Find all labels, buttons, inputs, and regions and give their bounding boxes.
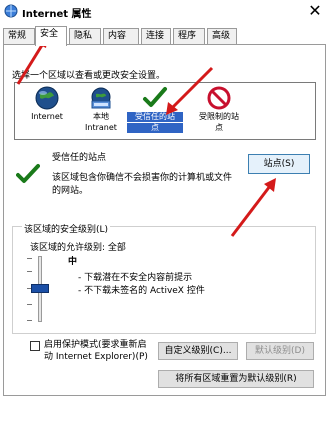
zone-list: Internet 本地 Intranet 受信任的站 点 受限制的站 点 (14, 82, 316, 140)
globe-icon (35, 86, 59, 110)
slider-tick (27, 304, 32, 305)
tab-programs[interactable]: 程序 (173, 28, 205, 45)
slider-tick (27, 320, 32, 321)
reset-all-zones-button[interactable]: 将所有区域重置为默认级别(R) (158, 370, 314, 388)
zone-internet-label: Internet (31, 112, 63, 121)
selected-zone-title: 受信任的站点 (52, 153, 107, 163)
close-button[interactable]: ✕ (306, 2, 324, 20)
zone-local-intranet[interactable]: 本地 Intranet (73, 85, 129, 133)
protected-mode-label[interactable]: 启用保护模式(要求重新启动 Internet Explorer)(P) (44, 339, 152, 363)
zone-local-intranet-label-1: 本地 (93, 112, 109, 121)
custom-level-button[interactable]: 自定义级别(C)... (158, 342, 238, 360)
protected-mode-checkbox[interactable] (30, 341, 40, 351)
window-title: Internet 属性 (22, 9, 92, 20)
slider-tick (27, 271, 32, 272)
zone-trusted-sites-label-1: 受信任的站 (127, 112, 183, 122)
level-description-line: - 不下载未签名的 ActiveX 控件 (78, 286, 205, 296)
tab-connections[interactable]: 连接 (141, 28, 171, 45)
slider-tick (27, 258, 32, 259)
tab-content[interactable]: 内容 (103, 28, 139, 45)
zone-internet[interactable]: Internet (19, 85, 75, 122)
internet-options-icon (4, 4, 18, 18)
security-level-slider-thumb[interactable] (31, 284, 49, 293)
sites-button[interactable]: 站点(S) (248, 154, 310, 174)
selected-zone-description: 该区域包含你确信不会损害你的计算机或文件的网站。 (52, 173, 233, 196)
checkmark-icon (143, 87, 167, 107)
zone-restricted-sites-label-1: 受限制的站 (199, 112, 239, 121)
zone-trusted-sites[interactable]: 受信任的站 点 (127, 85, 183, 133)
tab-general[interactable]: 常规 (3, 28, 35, 45)
zone-trusted-sites-label-2: 点 (127, 123, 183, 133)
zone-local-intranet-label-2: Intranet (85, 123, 117, 132)
tab-advanced[interactable]: 高级 (207, 28, 237, 45)
title-bar: Internet 属性 ✕ (0, 0, 330, 24)
security-level-group-title: 该区域的安全级别(L) (22, 222, 111, 235)
default-level-button[interactable]: 默认级别(D) (246, 342, 314, 360)
zone-restricted-sites-label-2: 点 (215, 123, 223, 132)
trusted-sites-checkmark-icon (16, 164, 40, 183)
security-level-name: 中 (68, 257, 78, 267)
allowed-levels-text: 该区域的允许级别: 全部 (30, 243, 126, 253)
zone-select-prompt: 选择一个区域以查看或更改安全设置。 (12, 71, 166, 81)
level-description-line: - 下载潜在不安全内容前提示 (78, 273, 193, 283)
tab-security[interactable]: 安全 (35, 26, 67, 46)
local-intranet-icon (91, 87, 111, 109)
tab-privacy[interactable]: 隐私 (69, 28, 101, 45)
zone-restricted-sites[interactable]: 受限制的站 点 (191, 85, 247, 133)
no-entry-icon (207, 86, 231, 110)
